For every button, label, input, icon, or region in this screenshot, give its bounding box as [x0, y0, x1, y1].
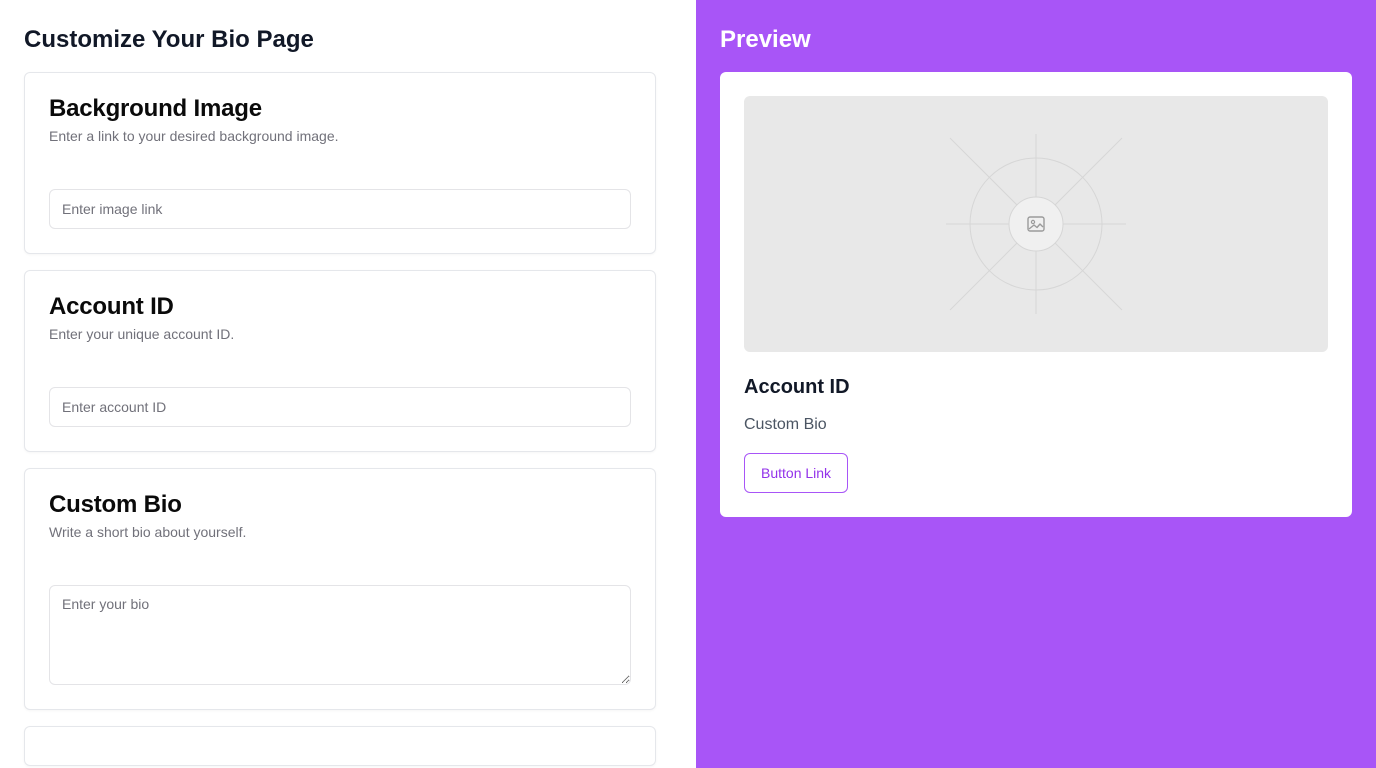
background-image-placeholder [744, 96, 1328, 352]
background-image-description: Enter a link to your desired background … [49, 128, 339, 144]
preview-account-id: Account ID [744, 376, 850, 398]
account-id-input[interactable] [49, 387, 631, 427]
custom-bio-description: Write a short bio about yourself. [49, 524, 247, 540]
app-layout: Customize Your Bio Page Background Image… [0, 0, 1376, 768]
account-id-card: Account ID Enter your unique account ID. [24, 270, 656, 452]
background-image-card: Background Image Enter a link to your de… [24, 72, 656, 254]
editor-panel: Customize Your Bio Page Background Image… [0, 0, 696, 768]
account-id-description: Enter your unique account ID. [49, 326, 235, 342]
account-id-title: Account ID [49, 293, 174, 320]
preview-card: Account ID Custom Bio Button Link [720, 72, 1352, 517]
preview-panel: Preview Account ID Custom Bio Button Lin… [696, 0, 1376, 768]
preview-bio: Custom Bio [744, 416, 827, 433]
preview-title: Preview [720, 26, 811, 53]
page-title: Customize Your Bio Page [24, 26, 314, 53]
custom-bio-title: Custom Bio [49, 491, 182, 518]
image-link-input[interactable] [49, 189, 631, 229]
custom-bio-card: Custom Bio Write a short bio about yours… [24, 468, 656, 710]
bio-textarea[interactable] [49, 585, 631, 685]
image-icon [1027, 216, 1045, 232]
next-section-card [24, 726, 656, 766]
preview-link-button[interactable]: Button Link [744, 453, 849, 493]
background-image-title: Background Image [49, 95, 262, 122]
